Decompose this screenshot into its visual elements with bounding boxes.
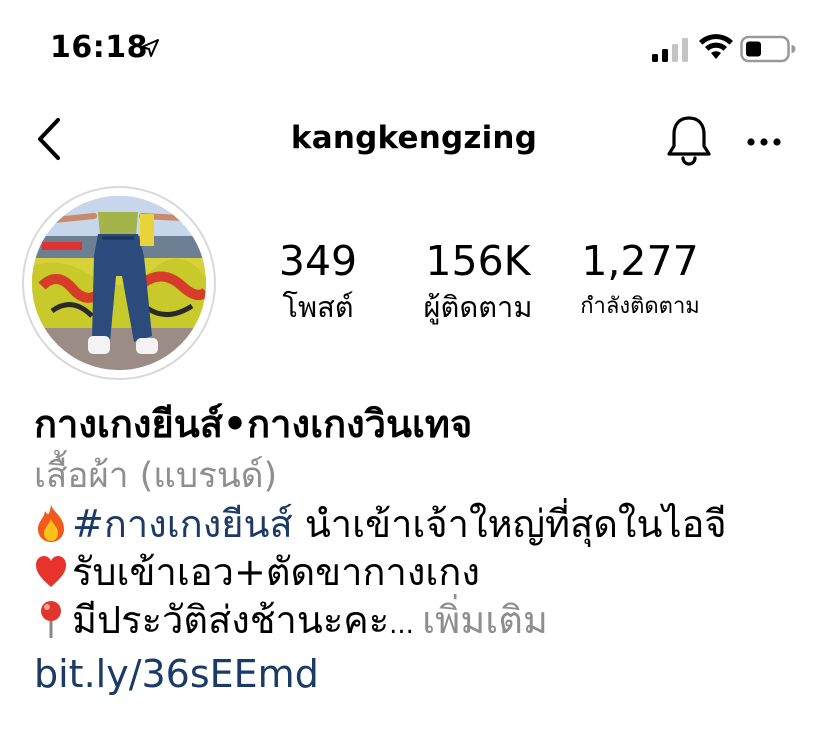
profile-header: kangkengzing [0,100,828,190]
more-options-icon[interactable] [744,122,784,162]
followers-count: 156K [425,237,531,285]
display-name: กางเกงยีนส์•กางเกงวินเทจ [34,402,473,446]
website-link[interactable]: bit.ly/36sEEmd [34,649,804,699]
bio-line-1: #กางเกงยีนส์ นำเข้าเจ้าใหญ่ที่สุดในไอจี [34,500,804,548]
round-pushpin-icon [41,601,61,638]
heart-icon [36,556,66,587]
status-bar: 16:18 [0,0,828,100]
bio-line-2-text: รับเข้าเอว+ตัดขากางเกง [72,550,480,594]
stat-followers[interactable]: 156K ผู้ติดตาม [398,236,558,326]
bell-icon[interactable] [664,114,714,166]
stat-following[interactable]: 1,277 กำลังติดตาม [560,236,720,326]
fire-icon [38,505,64,542]
bio-line-3: มีประวัติส่งช้านะคะ... เพิ่มเติม [34,596,804,649]
more-link[interactable]: เพิ่มเติม [422,598,548,642]
followers-label: ผู้ติดตาม [423,290,533,324]
profile-screen: 16:18 kangkengzing 349 โพสต์ 156K ผู้ติด… [0,0,828,737]
location-arrow-icon [141,39,159,57]
profile-avatar[interactable] [22,186,216,380]
wifi-icon [699,34,733,59]
stat-posts[interactable]: 349 โพสต์ [258,236,378,326]
bio-line-1-text: นำเข้าเจ้าใหญ่ที่สุดในไอจี [292,502,727,546]
category-label: เสื้อผ้า (แบรนด์) [34,456,278,496]
following-count: 1,277 [581,237,699,285]
status-time: 16:18 [50,30,148,65]
cellular-signal-icon [652,38,688,62]
battery-icon [740,35,796,63]
bio-ellipsis: ... [389,610,423,640]
following-label: กำลังติดตาม [580,294,700,319]
bio-line-3-text: มีประวัติส่งช้านะคะ [72,598,390,642]
avatar-photo [32,196,206,370]
profile-bio: กางเกงยีนส์•กางเกงวินเทจ เสื้อผ้า (แบรนด… [34,396,804,699]
hashtag-link[interactable]: #กางเกงยีนส์ [72,502,293,546]
bio-line-2: รับเข้าเอว+ตัดขากางเกง [34,548,804,596]
posts-count: 349 [278,237,358,285]
posts-label: โพสต์ [282,290,354,324]
